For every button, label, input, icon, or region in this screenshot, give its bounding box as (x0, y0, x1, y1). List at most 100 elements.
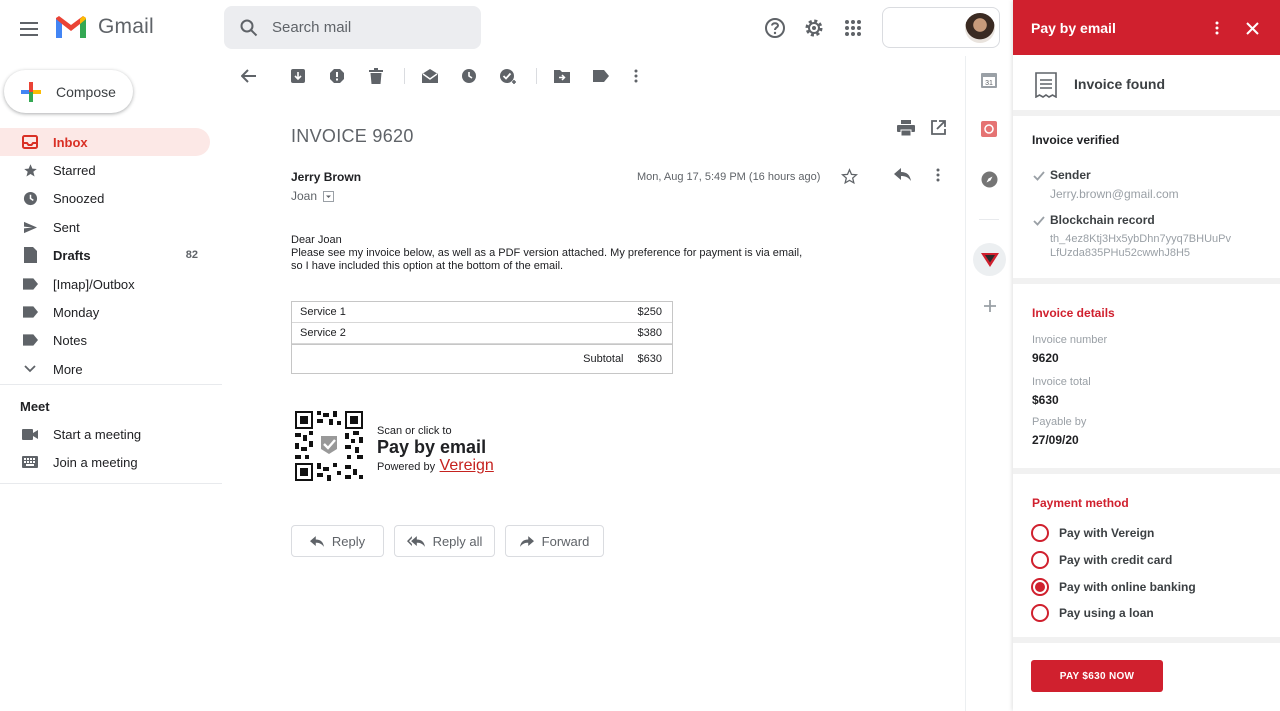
blockchain-line: LfUzda835PHu52cwwhJ8H5 (1050, 247, 1191, 259)
report-icon (330, 69, 344, 83)
help-button[interactable] (763, 16, 787, 40)
start-meeting-item[interactable]: Start a meeting (0, 420, 210, 448)
red-addon-icon (981, 121, 997, 137)
qr-code-icon[interactable] (295, 411, 363, 481)
pay-now-button[interactable]: PAY $630 NOW (1031, 660, 1163, 692)
payment-option-online-banking[interactable]: Pay with online banking (1031, 577, 1196, 597)
sidebar-item-inbox[interactable]: Inbox (0, 128, 210, 156)
keep-addon-button[interactable] (981, 121, 997, 137)
add-task-icon (500, 69, 516, 84)
reply-label: Reply (331, 533, 366, 549)
email-date: Mon, Aug 17, 5:49 PM (16 hours ago) (637, 171, 821, 183)
apps-grid-icon (845, 20, 861, 36)
reply-button[interactable]: Reply (291, 525, 384, 557)
sidebar-item-starred[interactable]: Starred (0, 156, 210, 184)
report-spam-button[interactable] (327, 66, 347, 86)
calendar-addon-button[interactable]: 31 (981, 72, 997, 88)
details-dropdown-icon[interactable] (323, 190, 335, 202)
plus-icon (21, 81, 41, 102)
keyboard-icon (22, 454, 38, 470)
search-icon[interactable] (240, 19, 258, 37)
get-addons-button[interactable] (983, 299, 997, 313)
invoice-found-label: Invoice found (1074, 76, 1165, 92)
radio-button[interactable] (1031, 551, 1049, 569)
payment-option-vereign[interactable]: Pay with Vereign (1031, 523, 1154, 543)
sender-name[interactable]: Jerry Brown (291, 170, 361, 184)
compose-button[interactable]: Compose (4, 70, 133, 113)
avatar[interactable] (965, 13, 995, 43)
main-menu-button[interactable] (16, 16, 42, 42)
search-input[interactable] (272, 19, 462, 36)
panel-header: Pay by email (1013, 0, 1280, 55)
vereign-link[interactable]: Vereign (440, 457, 494, 474)
pay-by-email-link[interactable]: Scan or click to Pay by email Powered by… (377, 425, 494, 475)
more-vert-icon (1215, 21, 1219, 35)
join-meeting-item[interactable]: Join a meeting (0, 448, 210, 476)
reply-all-button[interactable]: Reply all (394, 525, 495, 557)
star-button[interactable] (841, 168, 858, 185)
hamburger-icon (20, 22, 38, 36)
add-to-tasks-button[interactable] (498, 66, 518, 86)
compass-icon (981, 171, 998, 188)
sidebar-item-label: More (53, 361, 83, 377)
settings-button[interactable] (802, 16, 826, 40)
check-icon (1033, 171, 1045, 181)
labels-button[interactable] (591, 66, 611, 86)
search-bar[interactable] (224, 6, 481, 49)
message-more-button[interactable] (936, 168, 940, 182)
panel-close-button[interactable] (1242, 18, 1262, 38)
mark-unread-button[interactable] (420, 66, 440, 86)
panel-divider (1013, 637, 1280, 643)
reply-icon-button[interactable] (894, 168, 911, 181)
radio-button-selected[interactable] (1031, 578, 1049, 596)
forward-button[interactable]: Forward (505, 525, 604, 557)
sidebar-item-label: Sent (53, 219, 80, 235)
subtotal-value: $630 (637, 353, 662, 365)
label-icon (593, 70, 609, 82)
radio-button[interactable] (1031, 604, 1049, 622)
payable-by-value: 27/09/20 (1032, 433, 1079, 447)
sidebar-item-label: Inbox (53, 134, 88, 150)
subtotal-label: Subtotal (583, 353, 624, 365)
payment-option-loan[interactable]: Pay using a loan (1031, 603, 1154, 623)
panel-more-button[interactable] (1207, 18, 1227, 38)
inbox-icon (22, 134, 38, 150)
tasks-addon-button[interactable] (981, 171, 998, 188)
pay-by-email-panel: Pay by email Invoice found Invoice verif… (1013, 0, 1280, 711)
email-body: Dear Joan Please see my invoice below, a… (291, 234, 811, 273)
body-line: Please see my invoice below, as well as … (291, 247, 803, 259)
sender-verified-value: Jerry.brown@gmail.com (1050, 187, 1179, 201)
move-to-button[interactable] (552, 66, 572, 86)
more-actions-button[interactable] (626, 66, 646, 86)
snooze-button[interactable] (459, 66, 479, 86)
sidebar-item-snoozed[interactable]: Snoozed (0, 184, 210, 212)
sidebar-item-label: [Imap]/Outbox (53, 276, 135, 292)
clock-icon (462, 69, 476, 83)
gmail-logo[interactable]: Gmail (54, 14, 154, 40)
radio-button[interactable] (1031, 524, 1049, 542)
sidebar-item-monday[interactable]: Monday (0, 298, 210, 326)
vereign-icon (980, 252, 999, 267)
draft-icon (22, 247, 38, 263)
gmail-m-icon (56, 16, 86, 38)
body-line: so I have included this option at the bo… (291, 260, 564, 272)
sidebar-item-drafts[interactable]: Drafts 82 (0, 241, 210, 269)
delete-button[interactable] (366, 66, 386, 86)
archive-button[interactable] (288, 66, 308, 86)
sidebar-item-sent[interactable]: Sent (0, 213, 210, 241)
print-icon (897, 120, 915, 136)
back-button[interactable] (239, 66, 259, 86)
vereign-addon-button[interactable] (973, 243, 1006, 276)
sidebar-item-more[interactable]: More (0, 355, 210, 383)
sidebar-item-imap-outbox[interactable]: [Imap]/Outbox (0, 270, 210, 298)
apps-button[interactable] (841, 16, 865, 40)
sidebar-item-notes[interactable]: Notes (0, 326, 210, 354)
check-icon (1033, 216, 1045, 226)
payment-option-credit-card[interactable]: Pay with credit card (1031, 550, 1172, 570)
invoice-total-label: Invoice total (1032, 376, 1091, 388)
star-icon (22, 162, 38, 178)
open-new-window-button[interactable] (931, 120, 946, 135)
recipient-line[interactable]: Joan (291, 189, 335, 203)
payment-option-label: Pay with Vereign (1059, 526, 1155, 540)
print-button[interactable] (897, 120, 915, 136)
